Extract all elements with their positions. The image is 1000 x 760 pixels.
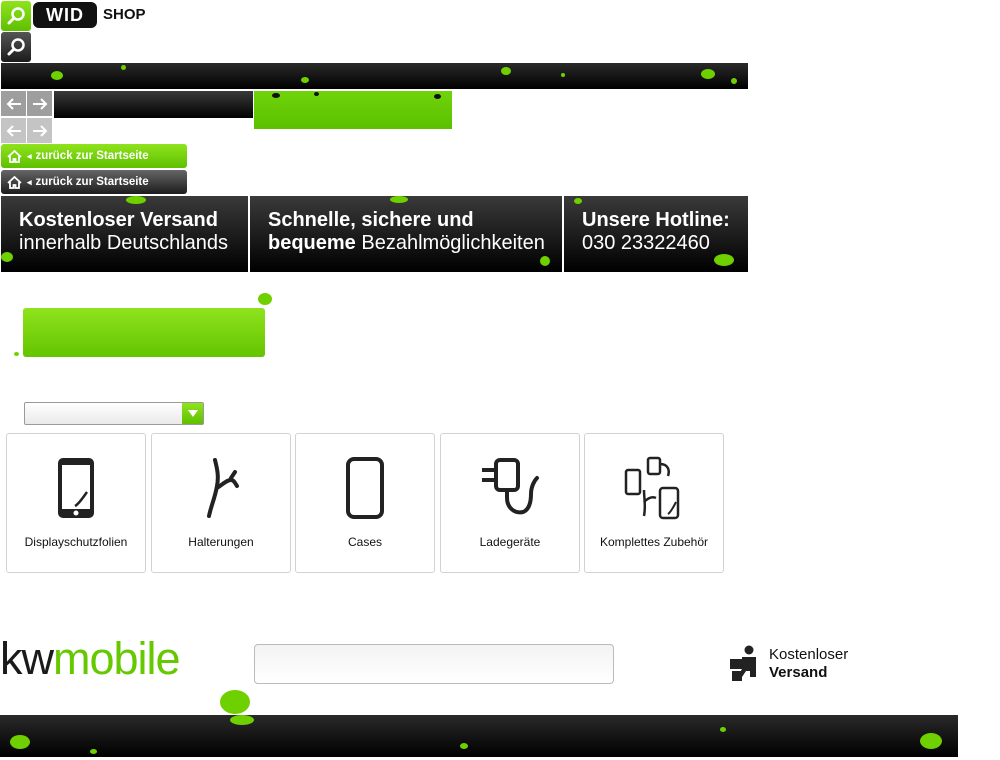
green-action-button[interactable] [23, 308, 265, 357]
arrow-right-icon [32, 97, 47, 110]
charger-icon [441, 456, 579, 520]
bottom-splatter-bar [0, 715, 958, 757]
category-label: Halterungen [188, 535, 254, 549]
search-button-green[interactable] [1, 1, 31, 31]
delivery-person-icon [730, 645, 756, 681]
category-label: Ladegeräte [479, 535, 541, 549]
green-tab-bar[interactable] [254, 91, 452, 129]
arrow-left-icon [6, 97, 21, 110]
wid-logo[interactable]: WID [33, 2, 97, 28]
usp-hotline: Unsere Hotline: 030 23322460 [564, 196, 748, 272]
green-splatter [258, 293, 272, 305]
home-icon [1, 149, 27, 163]
back-label: zurück zur Startseite [35, 150, 149, 162]
category-label: Komplettes Zubehör [599, 535, 709, 549]
logo-mobile: mobile [53, 633, 181, 684]
usp-subtitle: Bezahlmöglichkeiten [361, 232, 545, 254]
back-to-home-button-dark[interactable]: ◂ zurück zur Startseite [1, 170, 187, 194]
footer-search-input[interactable] [254, 644, 614, 684]
back-label: zurück zur Startseite [35, 176, 149, 188]
usp-free-shipping: Kostenloser Versand innerhalb Deutschlan… [1, 196, 248, 272]
usp-strong-word: bequeme [268, 232, 356, 254]
case-icon [296, 456, 434, 520]
usp-payment: Schnelle, sichere und bequeme Bezahlmögl… [250, 196, 562, 272]
category-card-komplettes-zubehoer[interactable]: Komplettes Zubehör [584, 433, 724, 573]
phone-screen-icon [7, 456, 145, 520]
hotline-number[interactable]: 030 23322460 [582, 232, 710, 254]
usp-title: Kostenloser Versand [19, 209, 218, 231]
category-card-ladegeraete[interactable]: Ladegeräte [440, 433, 580, 573]
arrow-left-icon [6, 124, 21, 137]
free-shipping-badge: Kostenloser Versand [729, 645, 848, 683]
kwmobile-logo[interactable]: kwmobile [0, 633, 181, 684]
category-label: Displayschutzfolien [24, 535, 128, 549]
accessories-icon [585, 456, 723, 520]
chevron-down-icon[interactable] [182, 403, 203, 424]
shipping-line1: Kostenloser [769, 646, 849, 663]
home-icon [1, 175, 27, 189]
chevron-left-icon: ◂ [27, 150, 32, 161]
mount-icon [152, 456, 290, 520]
usp-subtitle: innerhalb Deutschlands [19, 232, 229, 254]
category-label: Cases [347, 535, 382, 549]
back-to-home-button-green[interactable]: ◂ zurück zur Startseite [1, 144, 187, 168]
green-splatter [14, 352, 19, 356]
prev-arrow-button[interactable] [1, 91, 26, 116]
top-splatter-bar [1, 63, 748, 89]
arrow-right-icon [32, 124, 47, 137]
chevron-left-icon: ◂ [27, 176, 32, 187]
category-card-cases[interactable]: Cases [295, 433, 435, 573]
dark-tab-bar[interactable] [54, 91, 253, 118]
next-arrow-button[interactable] [27, 91, 52, 116]
category-select[interactable] [24, 402, 204, 425]
search-button-dark[interactable] [1, 32, 31, 62]
logo-kw: kw [0, 633, 54, 684]
magnifier-icon [7, 7, 25, 25]
category-card-displayschutzfolien[interactable]: Displayschutzfolien [6, 433, 146, 573]
green-splatter [220, 690, 250, 714]
usp-title: Schnelle, sichere und [268, 209, 474, 231]
shop-label: SHOP [103, 6, 146, 23]
category-card-halterungen[interactable]: Halterungen [151, 433, 291, 573]
usp-title: Unsere Hotline: [582, 209, 730, 231]
prev-arrow-button-light[interactable] [1, 118, 26, 143]
magnifier-icon [7, 38, 25, 56]
shipping-line2: Versand [769, 664, 828, 681]
next-arrow-button-light[interactable] [27, 118, 52, 143]
